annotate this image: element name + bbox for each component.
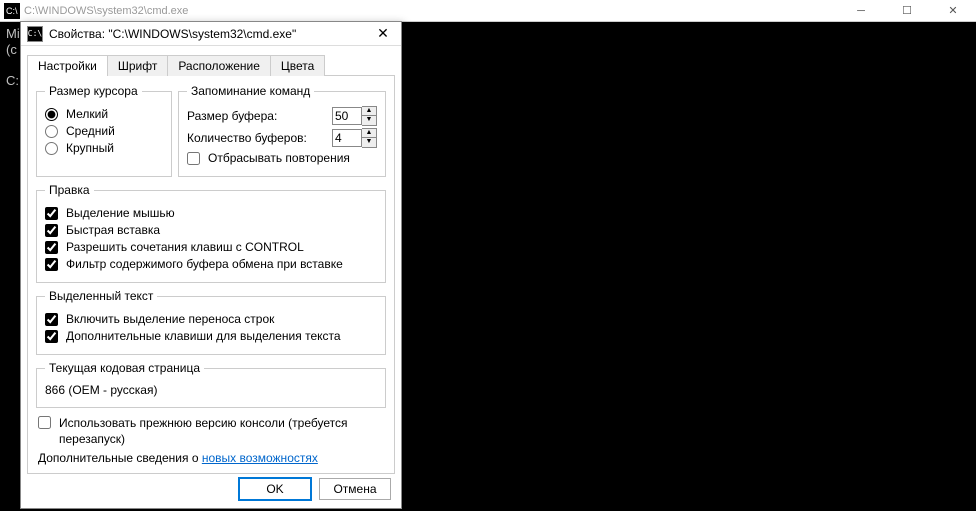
tab-layout[interactable]: Расположение [167,55,271,76]
extra-keys-label[interactable]: Дополнительные клавиши для выделения тек… [45,329,341,343]
buffer-size-input[interactable] [332,107,362,125]
cursor-medium-radio[interactable] [45,125,58,138]
spin-up-icon[interactable]: ▲ [362,107,376,116]
line-wrap-label[interactable]: Включить выделение переноса строк [45,312,274,326]
filter-clipboard-label[interactable]: Фильтр содержимого буфера обмена при вст… [45,257,343,271]
dialog-titlebar: C:\ Свойства: "C:\WINDOWS\system32\cmd.e… [21,22,401,46]
svg-text:C:\: C:\ [6,6,18,16]
ctrl-shortcuts-checkbox[interactable] [45,241,58,254]
cmd-titlebar: C:\ C:\WINDOWS\system32\cmd.exe ─ ☐ ✕ [0,0,976,22]
mouse-select-checkbox[interactable] [45,207,58,220]
extra-keys-checkbox[interactable] [45,330,58,343]
buffer-count-input[interactable] [332,129,362,147]
discard-duplicates-label[interactable]: Отбрасывать повторения [187,151,350,165]
codepage-legend: Текущая кодовая страница [45,361,204,375]
selected-text-group: Выделенный текст Включить выделение пере… [36,289,386,355]
info-line: Дополнительные сведения о новых возможно… [38,451,384,465]
codepage-group: Текущая кодовая страница 866 (OEM - русс… [36,361,386,408]
buffer-size-label: Размер буфера: [187,109,277,123]
cursor-small-radio[interactable] [45,108,58,121]
cmd-icon: C:\ [4,3,20,19]
properties-dialog: C:\ Свойства: "C:\WINDOWS\system32\cmd.e… [20,21,402,509]
buffer-count-label: Количество буферов: [187,131,307,145]
minimize-button[interactable]: ─ [838,0,884,22]
dialog-title: Свойства: "C:\WINDOWS\system32\cmd.exe" [49,27,371,41]
close-button[interactable]: ✕ [930,0,976,22]
legacy-section: Использовать прежнюю версию консоли (тре… [36,412,386,465]
cursor-size-group: Размер курсора Мелкий Средний Крупный [36,84,172,177]
quick-paste-label[interactable]: Быстрая вставка [45,223,160,237]
history-legend: Запоминание команд [187,84,314,98]
tab-font[interactable]: Шрифт [107,55,168,76]
tab-settings[interactable]: Настройки [27,55,108,76]
maximize-button[interactable]: ☐ [884,0,930,22]
tab-colors[interactable]: Цвета [270,55,325,76]
spin-down-icon[interactable]: ▼ [362,116,376,125]
discard-duplicates-checkbox[interactable] [187,152,200,165]
tab-panel-settings: Размер курсора Мелкий Средний Крупный За… [27,75,395,474]
edit-legend: Правка [45,183,94,197]
spin-up-icon[interactable]: ▲ [362,129,376,138]
cursor-size-legend: Размер курсора [45,84,142,98]
edit-group: Правка Выделение мышью Быстрая вставка Р… [36,183,386,283]
ok-button[interactable]: OK [239,478,311,500]
cursor-large-radio[interactable] [45,142,58,155]
codepage-value: 866 (OEM - русская) [45,381,377,399]
cmd-icon: C:\ [27,26,43,42]
buffer-count-spinner[interactable]: ▲▼ [362,128,377,148]
seltext-legend: Выделенный текст [45,289,157,303]
legacy-console-label[interactable]: Использовать прежнюю версию консоли (тре… [59,416,384,447]
quick-paste-checkbox[interactable] [45,224,58,237]
dialog-close-button[interactable]: ✕ [371,25,395,42]
cmd-window-title: C:\WINDOWS\system32\cmd.exe [24,5,838,17]
tab-strip: Настройки Шрифт Расположение Цвета [27,54,395,75]
buffer-size-spinner[interactable]: ▲▼ [362,106,377,126]
spin-down-icon[interactable]: ▼ [362,138,376,147]
ctrl-shortcuts-label[interactable]: Разрешить сочетания клавиш с CONTROL [45,240,304,254]
cursor-small-label[interactable]: Мелкий [45,107,108,121]
line-wrap-checkbox[interactable] [45,313,58,326]
cursor-medium-label[interactable]: Средний [45,124,115,138]
new-features-link[interactable]: новых возможностях [202,451,318,465]
command-history-group: Запоминание команд Размер буфера: ▲▼ Кол… [178,84,386,177]
cursor-large-label[interactable]: Крупный [45,141,114,155]
filter-clipboard-checkbox[interactable] [45,258,58,271]
mouse-select-label[interactable]: Выделение мышью [45,206,175,220]
legacy-console-checkbox[interactable] [38,416,51,429]
cancel-button[interactable]: Отмена [319,478,391,500]
dialog-buttons: OK Отмена [239,478,391,500]
